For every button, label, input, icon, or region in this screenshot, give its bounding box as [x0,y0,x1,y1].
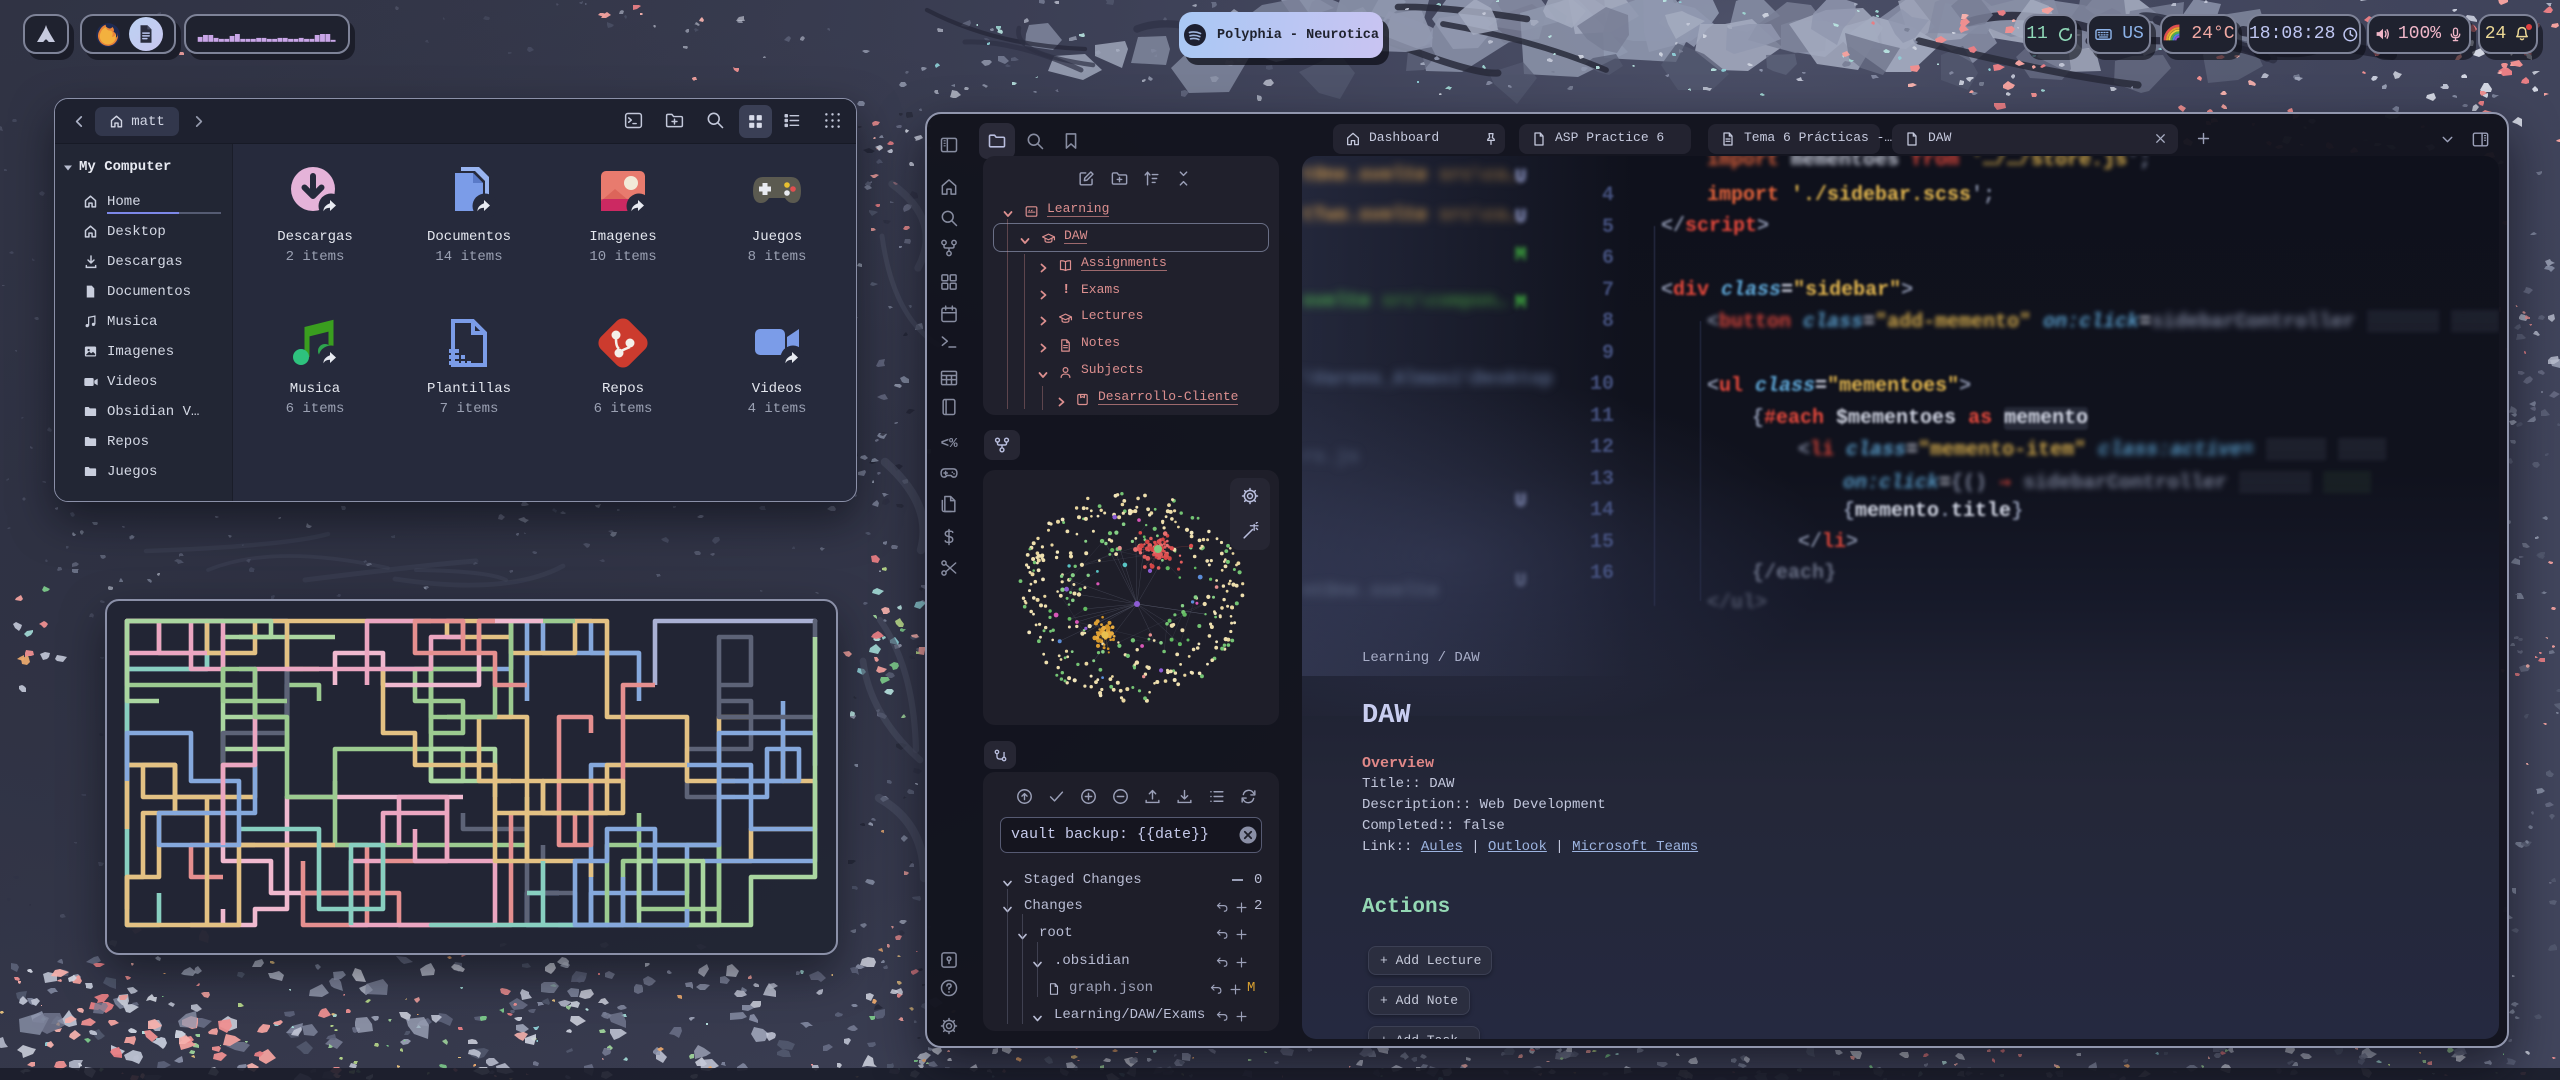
svg-text:<%: <% [941,436,958,452]
